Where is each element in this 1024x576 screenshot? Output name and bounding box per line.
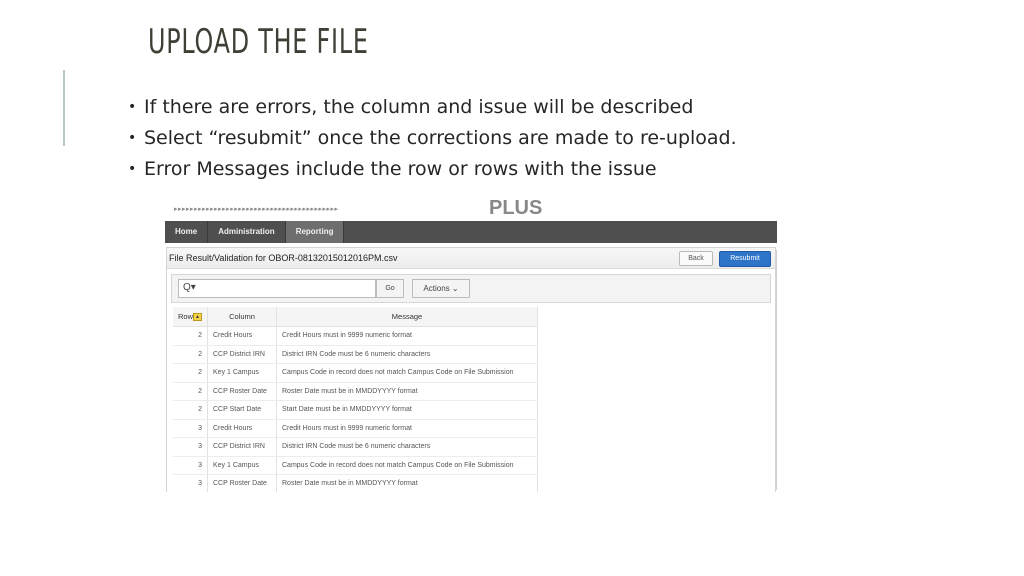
- cell-row-number: 3: [173, 474, 208, 492]
- cell-row-number: 2: [173, 400, 208, 420]
- bullet-item: • Select “resubmit” once the corrections …: [128, 123, 737, 154]
- app-banner: ▸▸▸▸▸▸▸▸▸▸▸▸▸▸▸▸▸▸▸▸▸▸▸▸▸▸▸▸▸▸▸▸▸▸▸▸▸▸▸▸…: [165, 197, 777, 221]
- table-row: 3 CCP District IRN District IRN Code must …: [173, 437, 538, 457]
- bullet-text: Error Messages include the row or rows w…: [144, 158, 657, 180]
- region-header: File Result/Validation for OBOR-08132015…: [167, 248, 775, 269]
- validation-region: File Result/Validation for OBOR-08132015…: [166, 247, 776, 492]
- table-row: 3 Credit Hours Credit Hours must in 9999 n…: [173, 419, 538, 438]
- region-border: [776, 250, 777, 490]
- cell-row-number: 2: [173, 326, 208, 346]
- cell-message: District IRN Code must be 6 numeric char…: [276, 437, 538, 457]
- table-row: 3 CCP Roster Date Roster Date must be in M…: [173, 474, 538, 492]
- bullet-icon: •: [128, 130, 137, 146]
- table-row: 2 Key 1 Campus Campus Code in record does …: [173, 363, 538, 383]
- cell-row-number: 3: [173, 456, 208, 475]
- column-header-message[interactable]: Message: [276, 307, 538, 327]
- actions-menu-button[interactable]: Actions ⌄: [412, 279, 470, 298]
- bullet-text: If there are errors, the column and issu…: [144, 96, 694, 118]
- region-title: File Result/Validation for OBOR-08132015…: [169, 253, 398, 263]
- nav-tab-administration[interactable]: Administration: [208, 221, 286, 243]
- cell-row-number: 3: [173, 437, 208, 457]
- cell-column: Key 1 Campus: [207, 456, 277, 475]
- column-header-row[interactable]: Row ▲: [173, 307, 208, 327]
- table-row: 3 Key 1 Campus Campus Code in record does …: [173, 456, 538, 475]
- cell-row-number: 3: [173, 419, 208, 438]
- accent-bar: [63, 70, 65, 146]
- header-label: Row: [177, 311, 193, 321]
- table-header-row: Row ▲ Column Message: [173, 307, 538, 327]
- go-button[interactable]: Go: [376, 279, 404, 298]
- table-row: 2 Credit Hours Credit Hours must in 9999 n…: [173, 326, 538, 346]
- sort-ascending-icon[interactable]: ▲: [193, 313, 202, 321]
- table-row: 2 CCP Roster Date Roster Date must be in M…: [173, 382, 538, 401]
- cell-column: CCP Start Date: [207, 400, 277, 420]
- cell-message: District IRN Code must be 6 numeric char…: [276, 345, 538, 364]
- cell-column: CCP District IRN: [207, 345, 277, 364]
- embedded-screenshot: ▸▸▸▸▸▸▸▸▸▸▸▸▸▸▸▸▸▸▸▸▸▸▸▸▸▸▸▸▸▸▸▸▸▸▸▸▸▸▸▸…: [165, 197, 777, 492]
- bullet-list: • If there are errors, the column and iss…: [128, 92, 737, 185]
- report-toolbar: Q▾ Go Actions ⌄: [171, 274, 771, 303]
- nav-bar: Home Administration Reporting: [165, 221, 777, 243]
- cell-column: CCP Roster Date: [207, 474, 277, 492]
- back-button[interactable]: Back: [679, 251, 713, 266]
- bullet-item: • Error Messages include the row or rows …: [128, 154, 737, 185]
- cell-message: Roster Date must be in MMDDYYYY format: [276, 382, 538, 401]
- cell-message: Campus Code in record does not match Cam…: [276, 456, 538, 475]
- cell-row-number: 2: [173, 345, 208, 364]
- cell-column: CCP Roster Date: [207, 382, 277, 401]
- slide-title: UPLOAD THE FILE: [148, 22, 369, 62]
- resubmit-button[interactable]: Resubmit: [719, 251, 771, 267]
- validation-table: Row ▲ Column Message 2 Credit Hours Credit …: [173, 307, 538, 492]
- cell-message: Credit Hours must in 9999 numeric format: [276, 326, 538, 346]
- app-logo: PLUS: [489, 197, 543, 219]
- cell-column: CCP District IRN: [207, 437, 277, 457]
- column-header-column[interactable]: Column: [207, 307, 277, 327]
- search-input[interactable]: Q▾: [178, 279, 376, 298]
- table-row: 2 CCP Start Date Start Date must be in MMD…: [173, 400, 538, 420]
- cell-row-number: 2: [173, 363, 208, 383]
- bullet-icon: •: [128, 161, 137, 177]
- bullet-icon: •: [128, 99, 137, 115]
- bullet-item: • If there are errors, the column and iss…: [128, 92, 737, 123]
- banner-arrows: ▸▸▸▸▸▸▸▸▸▸▸▸▸▸▸▸▸▸▸▸▸▸▸▸▸▸▸▸▸▸▸▸▸▸▸▸▸▸▸▸…: [174, 206, 339, 213]
- cell-message: Start Date must be in MMDDYYYY format: [276, 400, 538, 420]
- cell-column: Key 1 Campus: [207, 363, 277, 383]
- search-icon[interactable]: Q▾: [183, 282, 196, 293]
- cell-message: Roster Date must be in MMDDYYYY format: [276, 474, 538, 492]
- cell-column: Credit Hours: [207, 326, 277, 346]
- bullet-text: Select “resubmit” once the corrections a…: [144, 127, 737, 149]
- table-row: 2 CCP District IRN District IRN Code must …: [173, 345, 538, 364]
- cell-column: Credit Hours: [207, 419, 277, 438]
- cell-row-number: 2: [173, 382, 208, 401]
- nav-tab-reporting[interactable]: Reporting: [285, 221, 345, 243]
- cell-message: Campus Code in record does not match Cam…: [276, 363, 538, 383]
- cell-message: Credit Hours must in 9999 numeric format: [276, 419, 538, 438]
- nav-tab-home[interactable]: Home: [165, 221, 209, 243]
